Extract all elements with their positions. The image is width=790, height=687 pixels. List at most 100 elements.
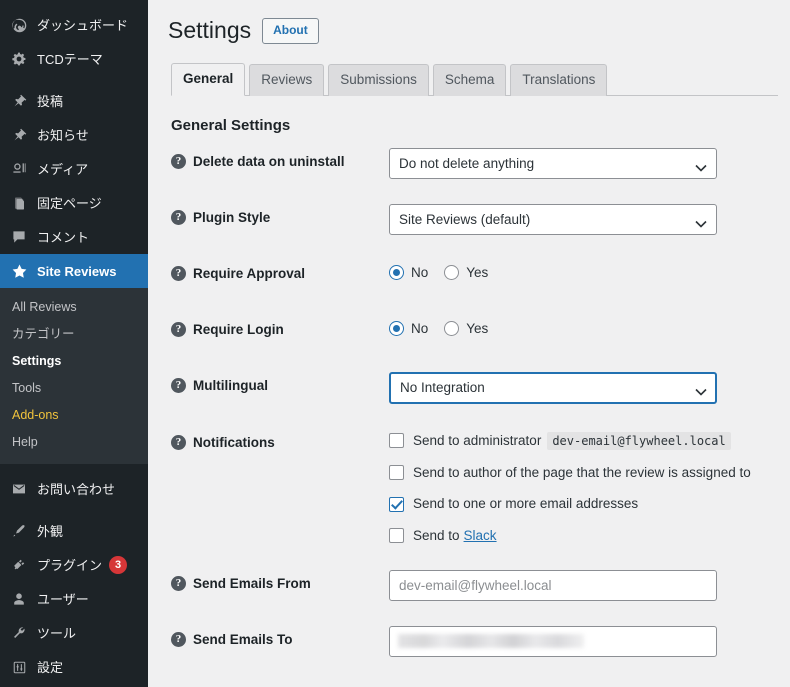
page-title: Settings <box>168 17 252 43</box>
tab-general[interactable]: General <box>171 62 246 96</box>
radio-label: Yes <box>466 320 489 336</box>
sidebar-item-comments[interactable]: コメント <box>0 220 148 254</box>
field-row-notifications: ? Notifications Send to administrator de… <box>171 429 778 545</box>
notification-option-page-author[interactable]: Send to author of the page that the revi… <box>389 464 778 482</box>
checkbox-indicator[interactable] <box>389 433 404 449</box>
checkbox-indicator[interactable] <box>389 465 404 481</box>
settings-content: Settings About General Reviews Submissio… <box>160 0 790 687</box>
help-icon[interactable]: ? <box>171 631 186 647</box>
require-approval-option-no[interactable]: No <box>389 264 429 280</box>
field-label-cell: ? Send Emails From <box>171 570 389 594</box>
dashboard-icon <box>9 15 29 35</box>
field-control-cell: Send to administrator dev-email@flywheel… <box>389 429 778 545</box>
submenu-item-help[interactable]: Help <box>0 429 148 456</box>
sidebar-item-tcd-theme[interactable]: TCDテーマ <box>0 42 148 76</box>
send-emails-from-input[interactable] <box>389 569 717 601</box>
sidebar-item-label: TCDテーマ <box>37 52 103 66</box>
page-header: Settings About <box>168 16 778 46</box>
field-control-cell: No Yes <box>389 260 778 280</box>
pin-icon <box>9 91 29 111</box>
radio-indicator[interactable] <box>444 320 460 336</box>
sidebar-group-content: 投稿 お知らせ メディア 固定ページ コメント Site Reviews <box>0 84 148 288</box>
user-icon <box>9 589 29 609</box>
field-label-cell: ? Notifications <box>171 429 389 453</box>
field-label: Delete data on uninstall <box>193 153 345 169</box>
sidebar-item-media[interactable]: メディア <box>0 152 148 186</box>
slack-link[interactable]: Slack <box>464 528 497 543</box>
sidebar-item-settings[interactable]: 設定 <box>0 650 148 684</box>
plugin-style-select[interactable]: Site Reviews (default) <box>389 203 717 235</box>
sidebar-item-users[interactable]: ユーザー <box>0 582 148 616</box>
submenu-item-add-ons[interactable]: Add-ons <box>0 402 148 429</box>
sidebar-item-tools[interactable]: ツール <box>0 616 148 650</box>
submenu-item-all-reviews[interactable]: All Reviews <box>0 294 148 321</box>
sidebar-gap-3 <box>0 506 148 514</box>
tab-reviews[interactable]: Reviews <box>249 63 325 96</box>
admin-email-code: dev-email@flywheel.local <box>547 431 731 450</box>
help-icon[interactable]: ? <box>171 575 186 591</box>
help-icon[interactable]: ? <box>171 209 186 225</box>
sidebar-item-label: ツール <box>37 626 77 640</box>
sidebar-item-label: メディア <box>37 162 89 176</box>
field-row-require-login: ? Require Login No Yes <box>171 316 778 347</box>
help-icon[interactable]: ? <box>171 321 186 337</box>
field-label: Notifications <box>193 434 275 450</box>
sidebar-item-dashboard[interactable]: ダッシュボード <box>0 8 148 42</box>
field-control-cell: No Integration <box>389 371 778 404</box>
multilingual-select[interactable]: No Integration <box>389 371 717 404</box>
notification-option-slack[interactable]: Send to Slack <box>389 527 778 545</box>
tab-schema[interactable]: Schema <box>432 63 507 96</box>
field-label-cell: ? Require Login <box>171 316 389 340</box>
gear-icon <box>9 49 29 69</box>
field-label-cell: ? Send Emails To <box>171 626 389 650</box>
tab-submissions[interactable]: Submissions <box>328 63 429 96</box>
about-button[interactable]: About <box>262 17 319 45</box>
sidebar-content-divider <box>148 0 160 687</box>
field-control-cell <box>389 569 778 601</box>
sidebar-item-site-reviews[interactable]: Site Reviews <box>0 254 148 288</box>
field-row-delete-data: ? Delete data on uninstall Do not delete… <box>171 147 778 179</box>
checkbox-indicator[interactable] <box>389 528 404 544</box>
field-label-cell: ? Plugin Style <box>171 204 389 228</box>
star-icon <box>9 261 29 281</box>
sidebar-item-label: コメント <box>37 230 90 244</box>
tab-translations[interactable]: Translations <box>510 63 608 96</box>
sidebar-item-appearance[interactable]: 外観 <box>0 514 148 548</box>
sidebar-item-plugins[interactable]: プラグイン 3 <box>0 548 148 582</box>
sidebar-item-contact[interactable]: お問い合わせ <box>0 472 148 506</box>
sidebar-item-label: 固定ページ <box>37 196 102 210</box>
help-icon[interactable]: ? <box>171 153 186 169</box>
notification-option-administrator[interactable]: Send to administrator dev-email@flywheel… <box>389 431 778 450</box>
help-icon[interactable]: ? <box>171 377 186 393</box>
sidebar-item-news[interactable]: お知らせ <box>0 118 148 152</box>
sidebar-item-posts[interactable]: 投稿 <box>0 84 148 118</box>
submenu-item-categories[interactable]: カテゴリー <box>0 321 148 348</box>
radio-indicator[interactable] <box>444 264 460 280</box>
radio-indicator[interactable] <box>389 264 404 280</box>
admin-page: ダッシュボード TCDテーマ 投稿 お知らせ メディア 固定ページ コメント S… <box>0 0 790 687</box>
general-settings-form: ? Delete data on uninstall Do not delete… <box>168 147 778 657</box>
radio-label: No <box>411 264 429 280</box>
help-icon[interactable]: ? <box>171 265 186 281</box>
field-label: Multilingual <box>193 377 268 393</box>
sidebar-top-gap <box>0 0 148 8</box>
delete-data-select[interactable]: Do not delete anything <box>389 147 717 179</box>
require-approval-option-yes[interactable]: Yes <box>444 264 488 280</box>
help-icon[interactable]: ? <box>171 434 186 450</box>
settings-sliders-icon <box>9 657 29 677</box>
field-row-send-emails-to: ? Send Emails To <box>171 625 778 657</box>
sidebar-item-label: お問い合わせ <box>37 482 116 496</box>
sidebar-item-pages[interactable]: 固定ページ <box>0 186 148 220</box>
field-label-cell: ? Delete data on uninstall <box>171 148 389 172</box>
sidebar-item-label: お知らせ <box>37 128 89 142</box>
submenu-item-tools[interactable]: Tools <box>0 375 148 402</box>
sidebar-group-primary: ダッシュボード TCDテーマ <box>0 8 148 76</box>
checkbox-indicator[interactable] <box>389 496 404 512</box>
notification-option-email-addresses[interactable]: Send to one or more email addresses <box>389 495 778 513</box>
require-login-option-yes[interactable]: Yes <box>444 320 489 336</box>
radio-indicator[interactable] <box>389 320 404 336</box>
submenu-item-settings[interactable]: Settings <box>0 348 148 375</box>
sidebar-group-contact: お問い合わせ <box>0 472 148 506</box>
require-login-option-no[interactable]: No <box>389 320 428 336</box>
sidebar-item-label: 投稿 <box>37 94 64 108</box>
